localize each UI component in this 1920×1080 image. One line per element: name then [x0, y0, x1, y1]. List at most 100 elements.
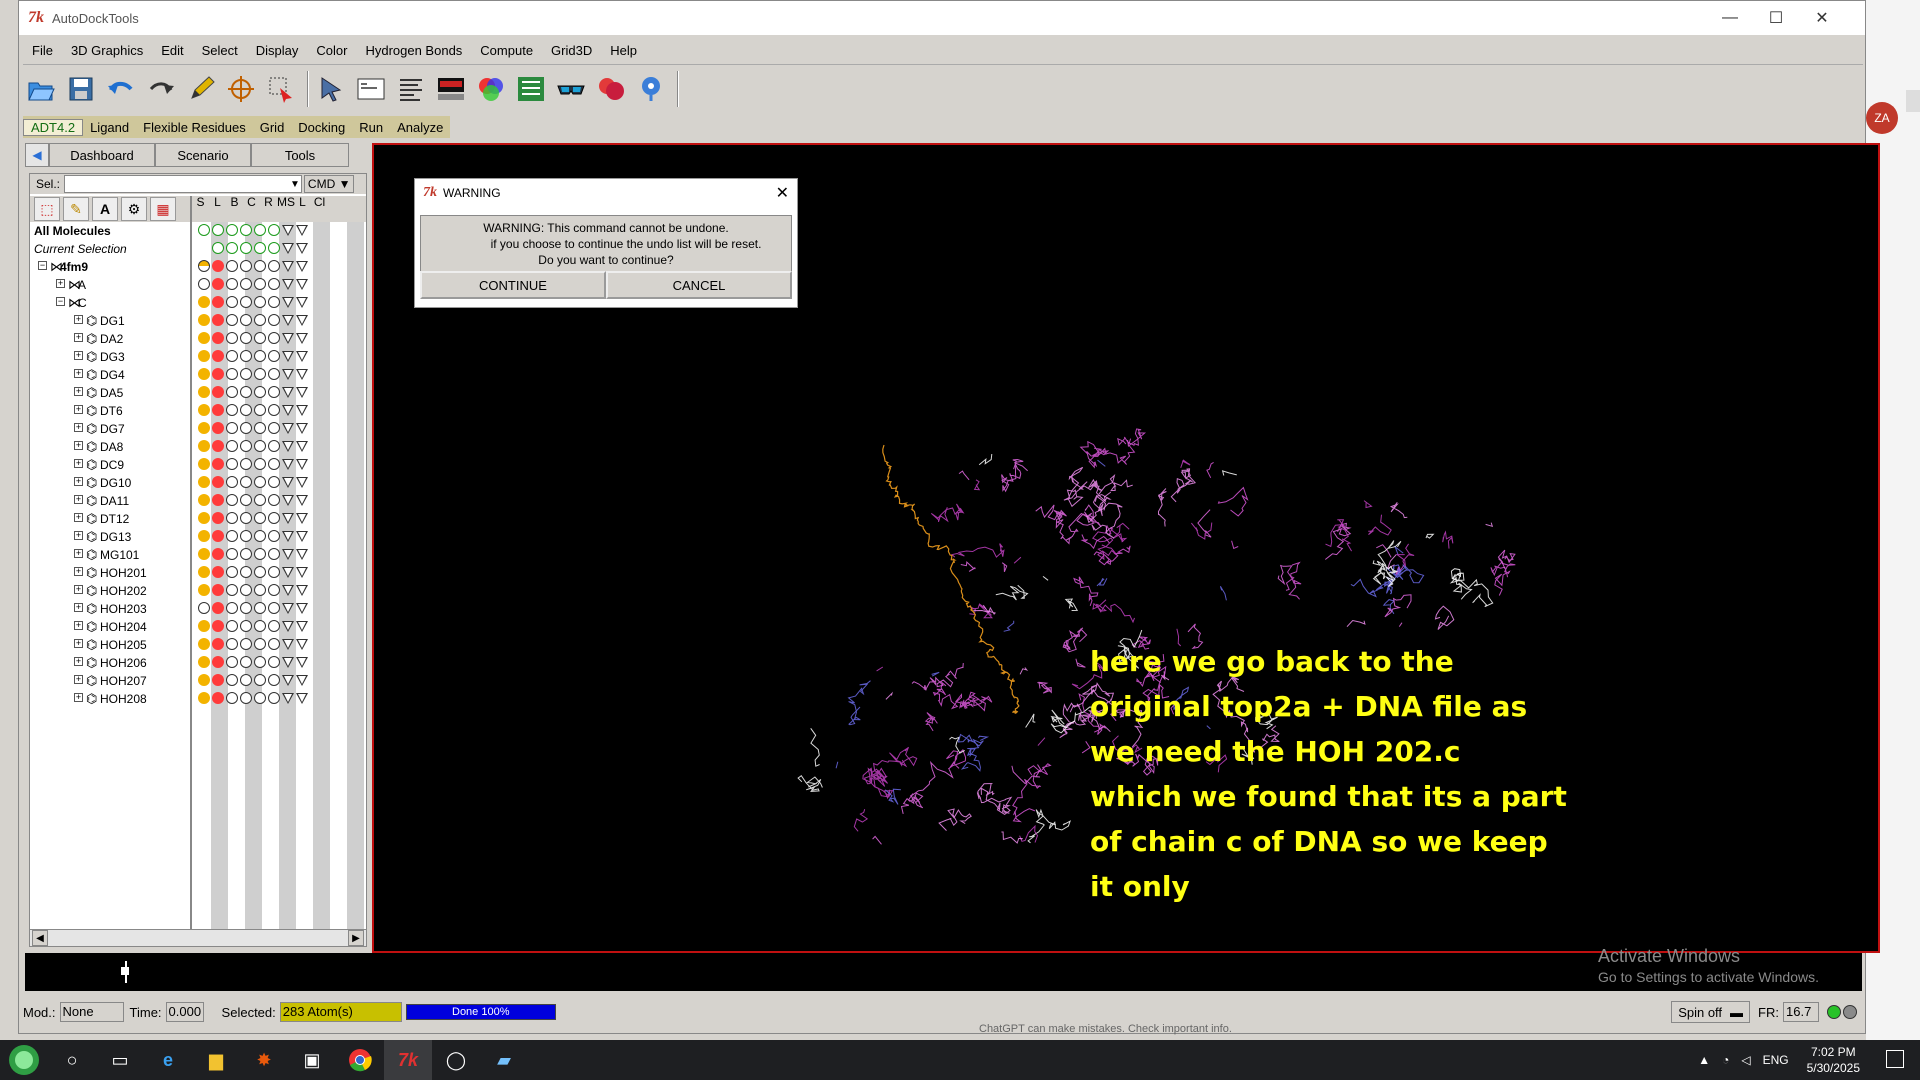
- toggle-circle[interactable]: [226, 530, 238, 542]
- triangle-toggle-icon[interactable]: [282, 567, 294, 578]
- toggle-circle[interactable]: [268, 440, 280, 452]
- toggle-circle[interactable]: [212, 386, 224, 398]
- notification-icon[interactable]: [1886, 1050, 1904, 1068]
- column-header-ms[interactable]: MS: [277, 196, 295, 222]
- triangle-toggle-icon[interactable]: [282, 225, 294, 236]
- toggle-circle[interactable]: [254, 494, 266, 506]
- toggle-circle[interactable]: [212, 638, 224, 650]
- toggle-circle[interactable]: [254, 692, 266, 704]
- tree-row[interactable]: + ⌬ DG4: [30, 366, 366, 384]
- toggle-circle[interactable]: [212, 296, 224, 308]
- tree-node-label[interactable]: HOH203: [100, 602, 147, 616]
- toggle-circle[interactable]: [198, 368, 210, 380]
- triangle-toggle-icon[interactable]: [282, 279, 294, 290]
- toggle-circle[interactable]: [226, 548, 238, 560]
- toggle-circle[interactable]: [226, 224, 238, 236]
- tree-node-label[interactable]: DT12: [100, 512, 129, 526]
- python-shell-icon[interactable]: [353, 71, 389, 107]
- expand-icon[interactable]: +: [74, 621, 83, 630]
- tree-row[interactable]: + ⌬ HOH202: [30, 582, 366, 600]
- triangle-toggle-icon[interactable]: [282, 693, 294, 704]
- search-icon[interactable]: ○: [48, 1040, 96, 1080]
- selection-input[interactable]: [64, 175, 303, 193]
- triangle-toggle-icon[interactable]: [296, 243, 308, 254]
- toggle-circle[interactable]: [240, 422, 252, 434]
- start-icon[interactable]: [0, 1040, 48, 1080]
- triangle-toggle-icon[interactable]: [282, 261, 294, 272]
- toggle-circle[interactable]: [254, 242, 266, 254]
- adt-menu-flexible-residues[interactable]: Flexible Residues: [136, 120, 253, 135]
- toggle-circle[interactable]: [254, 278, 266, 290]
- toggle-circle[interactable]: [198, 296, 210, 308]
- expand-icon[interactable]: +: [74, 549, 83, 558]
- expand-icon[interactable]: +: [74, 585, 83, 594]
- triangle-toggle-icon[interactable]: [296, 567, 308, 578]
- triangle-toggle-icon[interactable]: [296, 333, 308, 344]
- tree-row[interactable]: + ⌬ HOH205: [30, 636, 366, 654]
- toggle-circle[interactable]: [268, 368, 280, 380]
- column-header-l2[interactable]: L: [294, 196, 311, 222]
- toggle-circle[interactable]: [254, 422, 266, 434]
- toggle-circle[interactable]: [212, 476, 224, 488]
- toggle-circle[interactable]: [198, 548, 210, 560]
- toggle-circle[interactable]: [268, 530, 280, 542]
- scroll-right-icon[interactable]: ▶: [348, 930, 364, 946]
- expand-icon[interactable]: +: [74, 315, 83, 324]
- triangle-toggle-icon[interactable]: [282, 531, 294, 542]
- toggle-circle[interactable]: [268, 386, 280, 398]
- expand-icon[interactable]: +: [74, 387, 83, 396]
- text-lines-icon[interactable]: [393, 71, 429, 107]
- column-header-b[interactable]: B: [226, 196, 243, 222]
- toggle-circle[interactable]: [212, 602, 224, 614]
- tree-row[interactable]: + ⌬ DG7: [30, 420, 366, 438]
- expand-icon[interactable]: +: [74, 639, 83, 648]
- terminal-icon[interactable]: ▣: [288, 1040, 336, 1080]
- triangle-toggle-icon[interactable]: [296, 603, 308, 614]
- triangle-toggle-icon[interactable]: [296, 297, 308, 308]
- wifi-icon[interactable]: ◔: [1722, 1053, 1729, 1067]
- toggle-circle[interactable]: [254, 350, 266, 362]
- tree-row[interactable]: + ⌬ DC9: [30, 456, 366, 474]
- toggle-circle[interactable]: [212, 584, 224, 596]
- expand-icon[interactable]: +: [74, 441, 83, 450]
- tree-node-label[interactable]: DG1: [100, 314, 125, 328]
- toggle-circle[interactable]: [226, 260, 238, 272]
- expand-icon[interactable]: +: [74, 675, 83, 684]
- avatar[interactable]: ZA: [1866, 102, 1898, 134]
- menu-help[interactable]: Help: [601, 43, 646, 58]
- toggle-circle[interactable]: [198, 332, 210, 344]
- toggle-circle[interactable]: [240, 584, 252, 596]
- open-file-icon[interactable]: [23, 71, 59, 107]
- toggle-circle[interactable]: [268, 692, 280, 704]
- chrome-icon[interactable]: [336, 1040, 384, 1080]
- tree-row[interactable]: + ⌬ HOH203: [30, 600, 366, 618]
- toggle-circle[interactable]: [254, 458, 266, 470]
- maximize-button[interactable]: ☐: [1753, 1, 1799, 35]
- expand-icon[interactable]: +: [74, 657, 83, 666]
- toggle-circle[interactable]: [212, 314, 224, 326]
- toggle-circle[interactable]: [268, 314, 280, 326]
- triangle-toggle-icon[interactable]: [296, 387, 308, 398]
- toggle-circle[interactable]: [240, 224, 252, 236]
- tree-node-label[interactable]: Current Selection: [34, 242, 127, 256]
- menu-grid3d[interactable]: Grid3D: [542, 43, 601, 58]
- toggle-circle[interactable]: [212, 674, 224, 686]
- tree-node-label[interactable]: 4fm9: [60, 260, 88, 274]
- triangle-toggle-icon[interactable]: [282, 477, 294, 488]
- toggle-circle[interactable]: [226, 674, 238, 686]
- save-icon[interactable]: [63, 71, 99, 107]
- all-molecules-row[interactable]: All Molecules: [30, 222, 366, 240]
- triangle-toggle-icon[interactable]: [296, 513, 308, 524]
- toggle-circle[interactable]: [212, 530, 224, 542]
- toggle-circle[interactable]: [198, 566, 210, 578]
- tree-row[interactable]: + ⌬ HOH204: [30, 618, 366, 636]
- toggle-circle[interactable]: [198, 260, 210, 272]
- toggle-circle[interactable]: [268, 224, 280, 236]
- toggle-circle[interactable]: [198, 656, 210, 668]
- tree-row[interactable]: + ⌬ HOH207: [30, 672, 366, 690]
- current-selection-row[interactable]: Current Selection: [30, 240, 366, 258]
- toggle-circle[interactable]: [254, 260, 266, 272]
- toggle-circle[interactable]: [226, 602, 238, 614]
- collapse-icon[interactable]: −: [56, 297, 65, 306]
- menu-hydrogen-bonds[interactable]: Hydrogen Bonds: [356, 43, 471, 58]
